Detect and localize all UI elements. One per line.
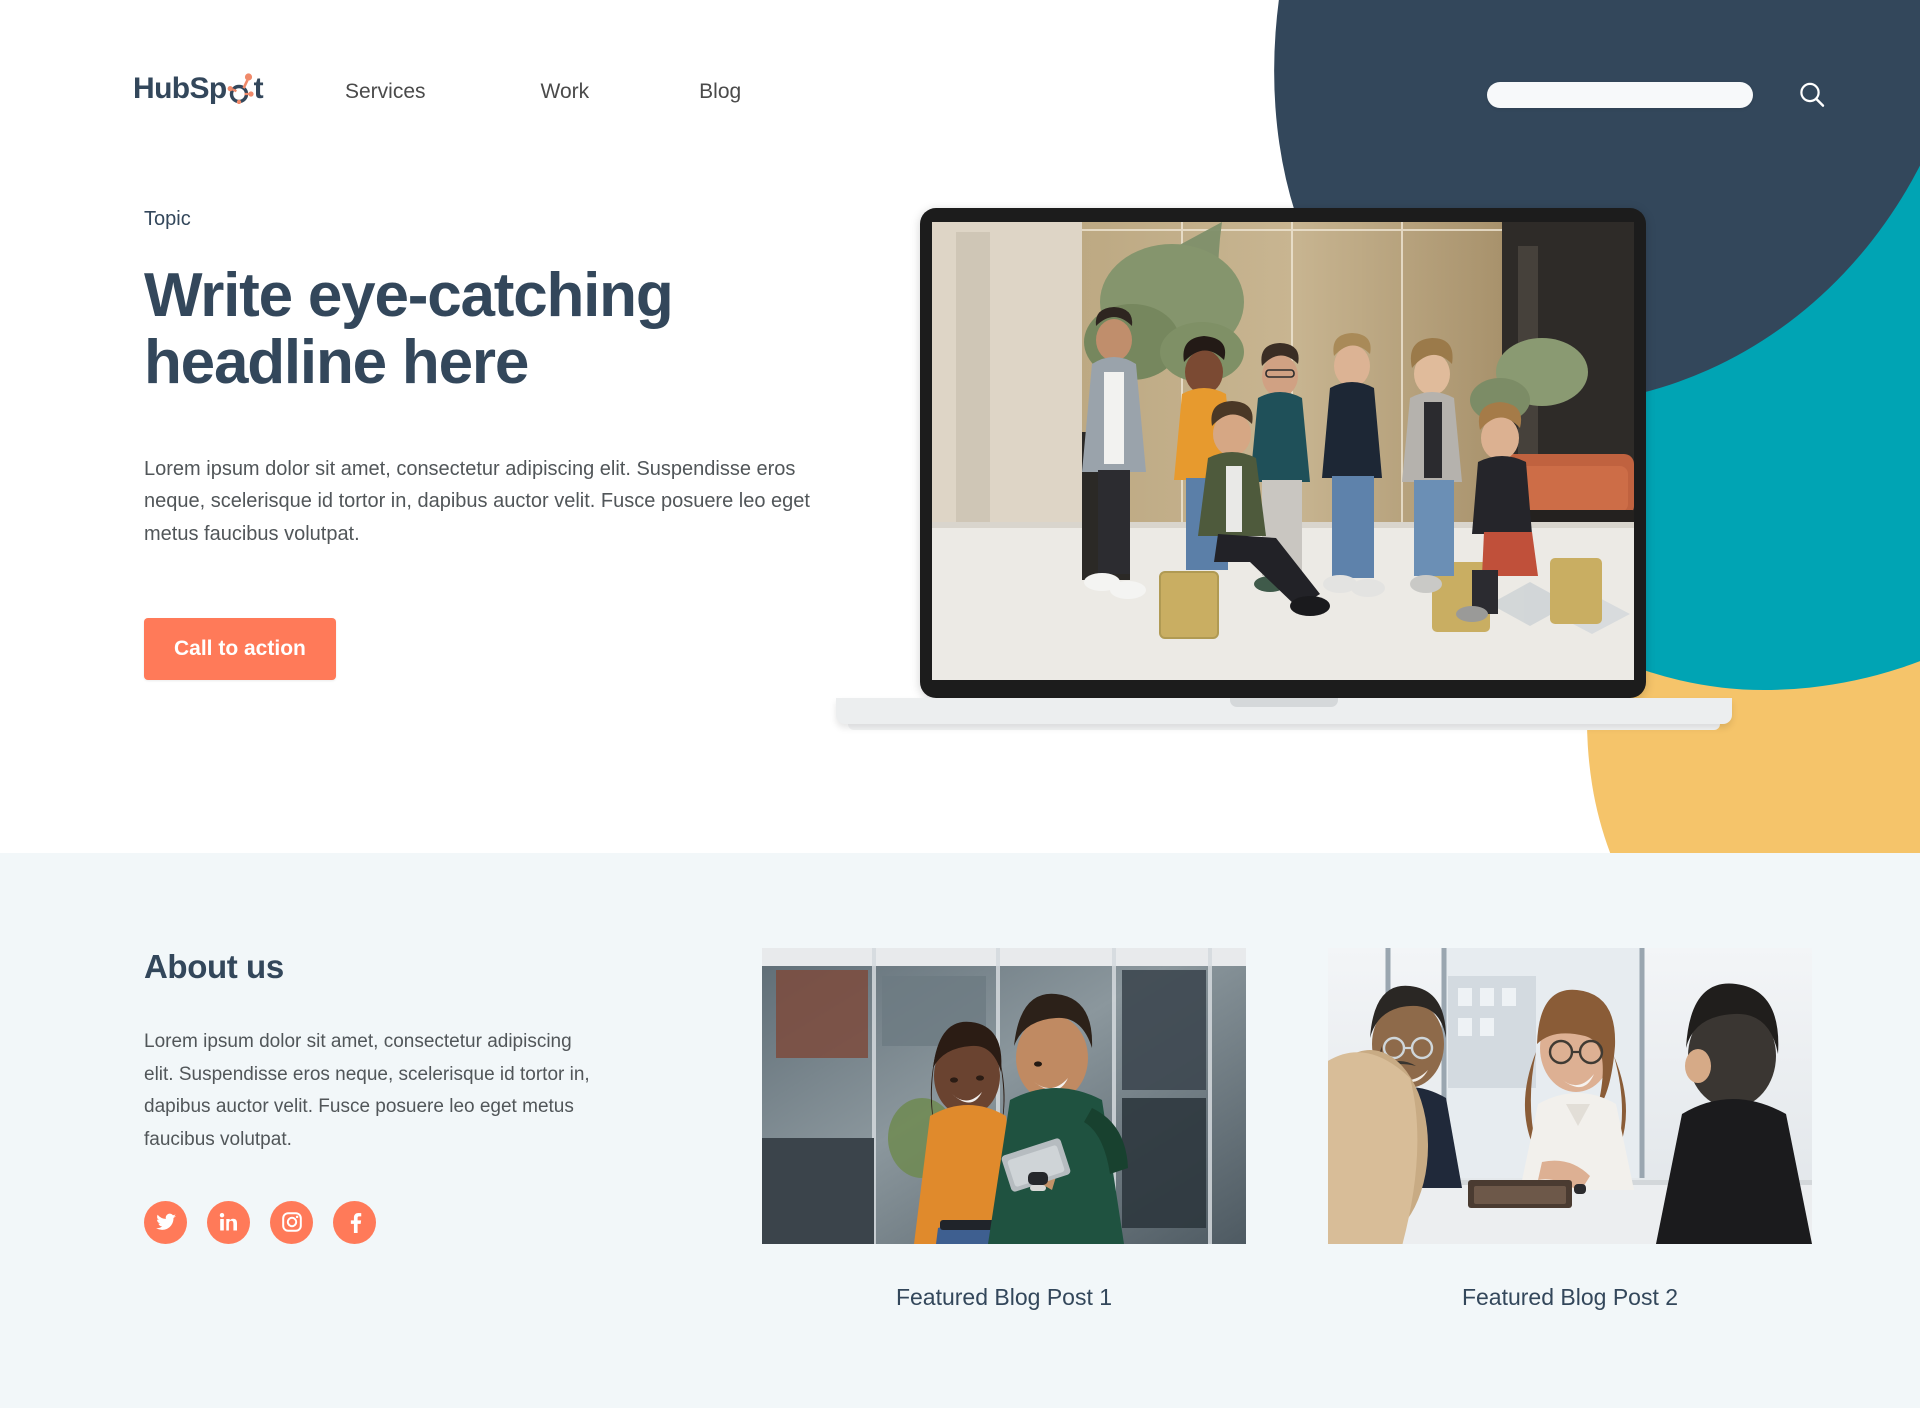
call-to-action-button[interactable]: Call to action xyxy=(144,618,336,681)
hero-section: HubSp t Services Work Blog Topic Write e… xyxy=(0,0,1920,853)
blog-caption: Featured Blog Post 1 xyxy=(895,1284,1113,1310)
laptop-base xyxy=(836,698,1732,724)
logo-text: HubSp xyxy=(133,72,227,105)
logo-text-tail: t xyxy=(253,72,264,105)
blog-caption: Featured Blog Post 2 xyxy=(1461,1284,1679,1310)
hero-eyebrow: Topic xyxy=(144,208,191,230)
facebook-icon[interactable] xyxy=(333,1200,376,1244)
blog-thumbnail-2 xyxy=(1328,948,1812,1244)
twitter-icon[interactable] xyxy=(144,1200,187,1244)
hubspot-logo[interactable]: HubSp t xyxy=(133,72,264,105)
blog-thumbnail-1 xyxy=(762,948,1246,1244)
featured-blog-posts: Featured Blog Post 1 Featured Blog Post … xyxy=(762,948,1812,1311)
laptop-foot xyxy=(848,724,1720,730)
about-content: About us Lorem ipsum dolor sit amet, con… xyxy=(144,948,604,1244)
social-links xyxy=(144,1200,604,1244)
laptop-notch xyxy=(1230,698,1338,707)
page-title: Write eye-catching headline here xyxy=(144,261,674,397)
blog-card[interactable]: Featured Blog Post 2 xyxy=(1328,948,1812,1311)
site-header: HubSp t Services Work Blog xyxy=(0,0,1920,160)
search-area xyxy=(1487,78,1829,112)
main-navigation: Services Work Blog xyxy=(345,80,741,104)
blog-card[interactable]: Featured Blog Post 1 xyxy=(762,948,1246,1311)
about-title: About us xyxy=(144,948,284,985)
hero-paragraph: Lorem ipsum dolor sit amet, consectetur … xyxy=(144,457,810,545)
laptop-screen-image xyxy=(932,222,1634,680)
linkedin-icon[interactable] xyxy=(207,1200,250,1244)
about-paragraph: Lorem ipsum dolor sit amet, consectetur … xyxy=(144,1031,590,1151)
nav-item-services[interactable]: Services xyxy=(345,80,426,104)
nav-item-blog[interactable]: Blog xyxy=(699,80,741,104)
laptop-lid xyxy=(920,208,1646,698)
sprocket-icon xyxy=(227,73,254,104)
hero-copy: Topic Write eye-catching headline here L… xyxy=(144,208,844,681)
landing-page: HubSp t Services Work Blog Topic Write e… xyxy=(0,0,1920,1408)
search-input[interactable] xyxy=(1487,82,1753,108)
nav-item-work[interactable]: Work xyxy=(541,80,590,104)
laptop-mockup xyxy=(836,208,1732,730)
instagram-icon[interactable] xyxy=(270,1200,313,1244)
search-icon[interactable] xyxy=(1795,78,1829,112)
